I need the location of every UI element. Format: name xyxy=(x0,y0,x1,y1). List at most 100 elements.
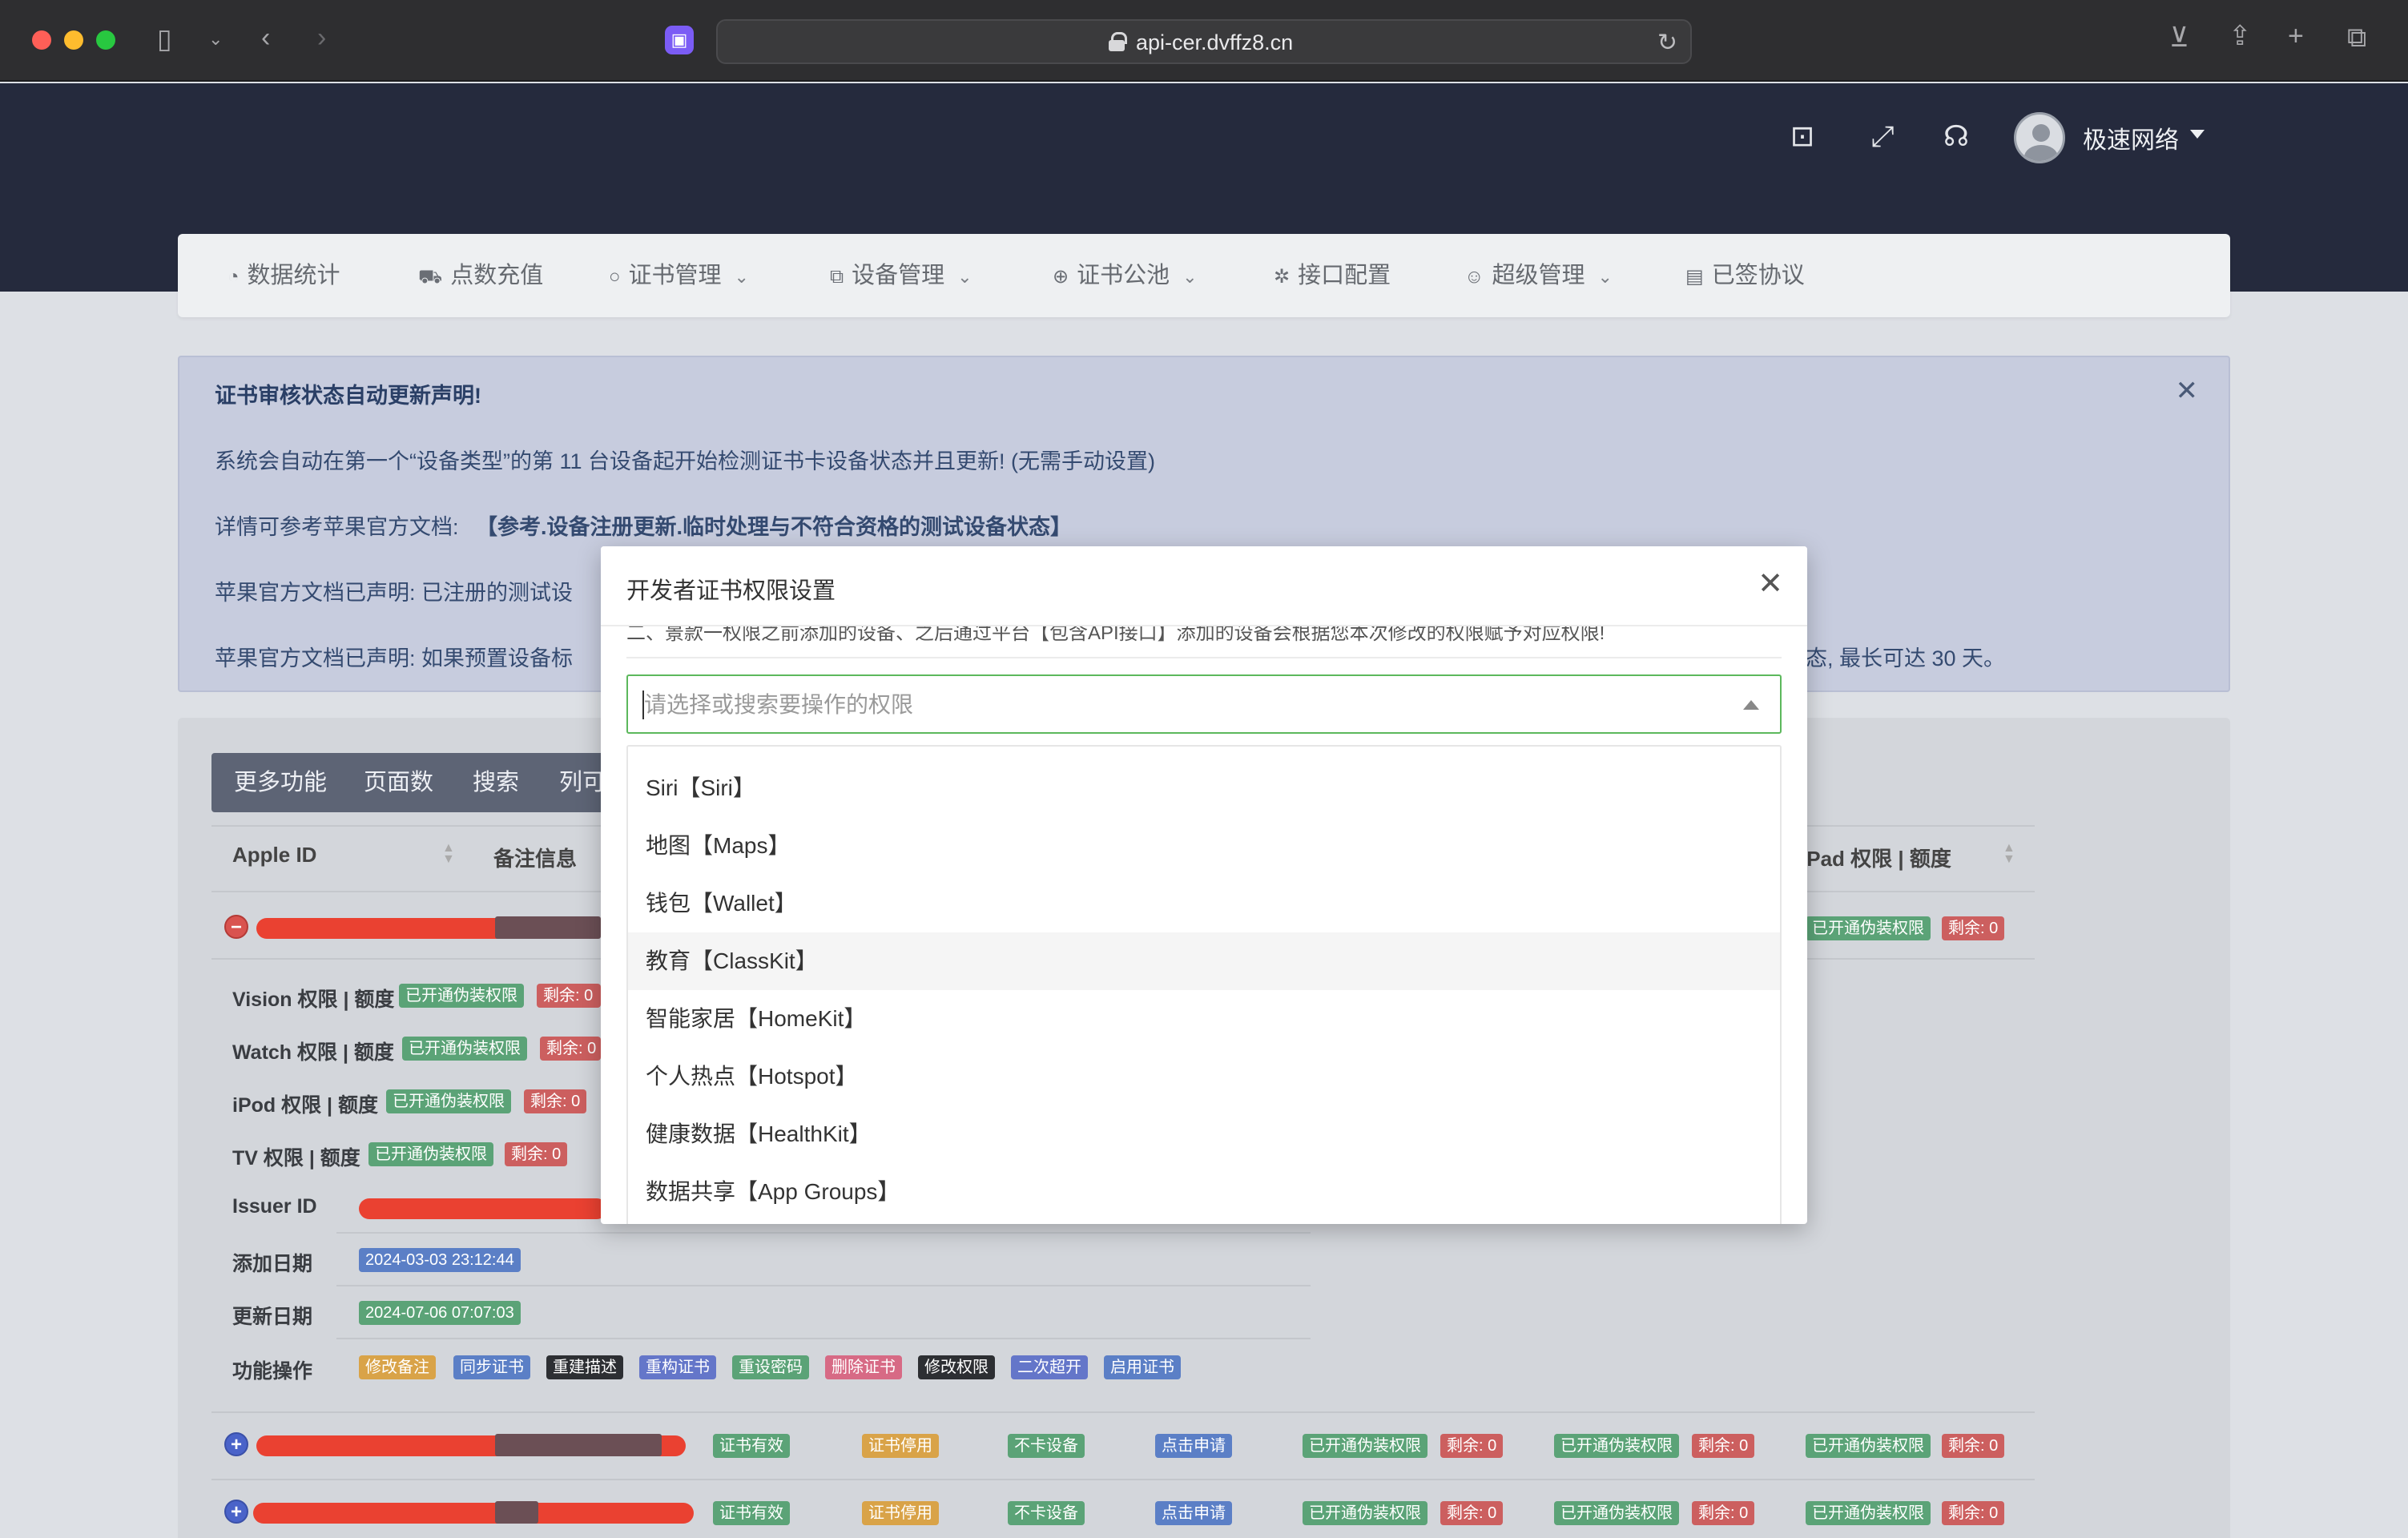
close-icon[interactable]: ✕ xyxy=(2176,375,2199,407)
edit-remark-button[interactable]: 修改备注 xyxy=(359,1355,436,1379)
close-window-button[interactable] xyxy=(32,30,51,50)
notice-doc-link[interactable]: 【参考.设备注册更新.临时处理与不符合资格的测试设备状态】 xyxy=(476,515,1072,539)
status-badge: 剩余: 0 xyxy=(1440,1501,1504,1525)
archive-icon[interactable]: ⊡ xyxy=(1785,119,1820,154)
nav-item-api-config[interactable]: ✲ 接口配置 xyxy=(1274,234,1391,317)
minimize-window-button[interactable] xyxy=(64,30,83,50)
reload-icon[interactable]: ↻ xyxy=(1657,29,1677,57)
avatar[interactable] xyxy=(2014,112,2065,163)
sync-cert-button[interactable]: 同步证书 xyxy=(453,1355,530,1379)
sidebar-icon[interactable]: ▯ xyxy=(157,26,172,53)
status-badge: 剩余: 0 xyxy=(524,1089,587,1113)
expand-row-icon[interactable]: + xyxy=(224,1432,248,1456)
chart-icon: ◔ xyxy=(228,266,240,288)
rebuild-cert-button[interactable]: 重构证书 xyxy=(639,1355,716,1379)
permission-search-input[interactable] xyxy=(644,687,1685,723)
option-classkit[interactable]: 教育【ClassKit】 xyxy=(628,932,1780,990)
nav-item-cert-manage[interactable]: ○ 证书管理 ⌄ xyxy=(609,234,749,317)
apply-button[interactable]: 点击申请 xyxy=(1155,1434,1232,1458)
option-maps[interactable]: 地图【Maps】 xyxy=(628,817,1780,875)
status-badge: 已开通伪装权限 xyxy=(1554,1501,1679,1525)
tabs-icon[interactable]: ⧉ xyxy=(2347,24,2366,51)
redacted-remark xyxy=(495,916,601,939)
reset-password-button[interactable]: 重设密码 xyxy=(732,1355,809,1379)
extension-icon[interactable]: ▣ xyxy=(665,26,694,54)
zoom-window-button[interactable] xyxy=(96,30,115,50)
column-header-apple-id[interactable]: Apple ID xyxy=(232,843,316,868)
status-badge: 已开通伪装权限 xyxy=(1303,1434,1427,1458)
download-icon[interactable]: ⊻ xyxy=(2169,24,2189,51)
page-size-button[interactable]: 页面数 xyxy=(364,753,433,812)
user-circle-icon: ☺ xyxy=(1464,266,1484,288)
nav-item-super-admin[interactable]: ☺ 超级管理 ⌄ xyxy=(1464,234,1613,317)
status-badge: 已开通伪装权限 xyxy=(1554,1434,1679,1458)
option-wallet[interactable]: 钱包【Wallet】 xyxy=(628,875,1780,932)
nav-item-stats[interactable]: ◔ 数据统计 xyxy=(228,234,340,317)
forward-arrow-icon[interactable]: › xyxy=(317,24,326,51)
table-border xyxy=(336,1338,1311,1339)
rebuild-profile-button[interactable]: 重建描述 xyxy=(546,1355,623,1379)
option-healthkit[interactable]: 健康数据【HealthKit】 xyxy=(628,1105,1780,1163)
redacted-remark xyxy=(495,1434,662,1456)
notice-title: 证书审核状态自动更新声明! xyxy=(215,384,481,408)
notice-line: 详情可参考苹果官方文档: 【参考.设备注册更新.临时处理与不符合资格的测试设备状… xyxy=(215,515,1073,539)
sort-icon[interactable]: ▲ ▼ xyxy=(442,842,455,866)
back-arrow-icon[interactable]: ‹ xyxy=(261,24,270,51)
permission-options-list: Siri【Siri】 地图【Maps】 钱包【Wallet】 教育【ClassK… xyxy=(626,745,1782,1224)
status-badge: 证书有效 xyxy=(713,1434,790,1458)
redacted-remark xyxy=(495,1501,538,1524)
status-badge: 不卡设备 xyxy=(1008,1434,1085,1458)
option-siri[interactable]: Siri【Siri】 xyxy=(628,759,1780,817)
search-button[interactable]: 搜索 xyxy=(473,753,519,812)
column-header-ipad[interactable]: iPad 权限 | 额度 xyxy=(1801,843,1951,872)
status-badge: 已开通伪装权限 xyxy=(368,1142,493,1166)
status-badge: 已开通伪装权限 xyxy=(1806,916,1931,940)
permission-select[interactable] xyxy=(626,674,1782,734)
nav-item-recharge[interactable]: ⛟ 点数充值 xyxy=(418,234,543,317)
notice-line: 态, 最长可达 30 天。 xyxy=(1806,646,2006,670)
notice-line: 系统会自动在第一个“设备类型”的第 11 台设备起开始检测证书卡设备状态并且更新… xyxy=(215,449,1155,473)
apply-button[interactable]: 点击申请 xyxy=(1155,1501,1232,1525)
expand-row-icon[interactable]: + xyxy=(224,1500,248,1524)
more-functions-button[interactable]: 更多功能 xyxy=(234,753,327,812)
sort-icon[interactable]: ▲ ▼ xyxy=(2003,842,2015,866)
option-hotspot[interactable]: 个人热点【Hotspot】 xyxy=(628,1048,1780,1105)
table-border xyxy=(336,1285,1311,1286)
collapse-row-icon[interactable]: − xyxy=(224,915,248,939)
plus-icon[interactable]: + xyxy=(2288,22,2304,50)
column-header-remark[interactable]: 备注信息 xyxy=(493,843,577,872)
dialog-title: 开发者证书权限设置 xyxy=(626,578,836,604)
chevron-down-icon[interactable]: ⌄ xyxy=(208,30,223,48)
headset-icon[interactable]: ☊ xyxy=(1939,119,1974,154)
option-app-groups[interactable]: 数据共享【App Groups】 xyxy=(628,1163,1780,1221)
username[interactable]: 极速网络 xyxy=(2083,120,2179,155)
chevron-down-icon: ⌄ xyxy=(734,267,749,287)
nav-item-device-manage[interactable]: ⧉ 设备管理 ⌄ xyxy=(830,234,972,317)
lock-icon xyxy=(1109,32,1127,51)
option-homekit[interactable]: 智能家居【HomeKit】 xyxy=(628,990,1780,1048)
close-icon[interactable]: ✕ xyxy=(1758,566,1783,602)
nav-item-agreements[interactable]: ▤ 已签协议 xyxy=(1685,234,1805,317)
columns-button[interactable]: 列可 xyxy=(559,753,606,812)
status-badge: 剩余: 0 xyxy=(1692,1501,1755,1525)
status-badge: 已开通伪装权限 xyxy=(1303,1501,1427,1525)
table-border xyxy=(211,1479,2035,1480)
status-badge: 剩余: 0 xyxy=(537,984,601,1008)
fullscreen-icon[interactable]: ⤢ xyxy=(1865,119,1900,154)
edit-permission-button[interactable]: 修改权限 xyxy=(918,1355,995,1379)
browser-toolbar: ▯ ⌄ ‹ › ▣ api-cer.dvffz8.cn ↻ ⊻ ⇪ + ⧉ xyxy=(0,0,2408,82)
main-nav: ◔ 数据统计 ⛟ 点数充值 ○ 证书管理 ⌄ ⧉ 设备管理 ⌄ ⊕ 证书公池 ⌄ ✲ 接口配置 ☺… xyxy=(178,234,2230,317)
enable-cert-button[interactable]: 启用证书 xyxy=(1104,1355,1181,1379)
caret-down-icon[interactable] xyxy=(2190,130,2205,139)
nav-item-cert-pool[interactable]: ⊕ 证书公池 ⌄ xyxy=(1053,234,1198,317)
dialog-header: 开发者证书权限设置 ✕ xyxy=(601,546,1807,626)
status-badge: 已开通伪装权限 xyxy=(386,1089,511,1113)
delete-cert-button[interactable]: 删除证书 xyxy=(825,1355,902,1379)
notice-line: 苹果官方文档已声明: 如果预置设备标 xyxy=(215,646,574,670)
second-open-button[interactable]: 二次超开 xyxy=(1011,1355,1088,1379)
operations-label: 功能操作 xyxy=(232,1360,313,1383)
address-bar[interactable]: api-cer.dvffz8.cn ↻ xyxy=(716,19,1692,64)
table-border xyxy=(211,1411,2035,1413)
share-icon[interactable]: ⇪ xyxy=(2229,22,2252,50)
chevron-up-icon[interactable] xyxy=(1743,700,1759,710)
